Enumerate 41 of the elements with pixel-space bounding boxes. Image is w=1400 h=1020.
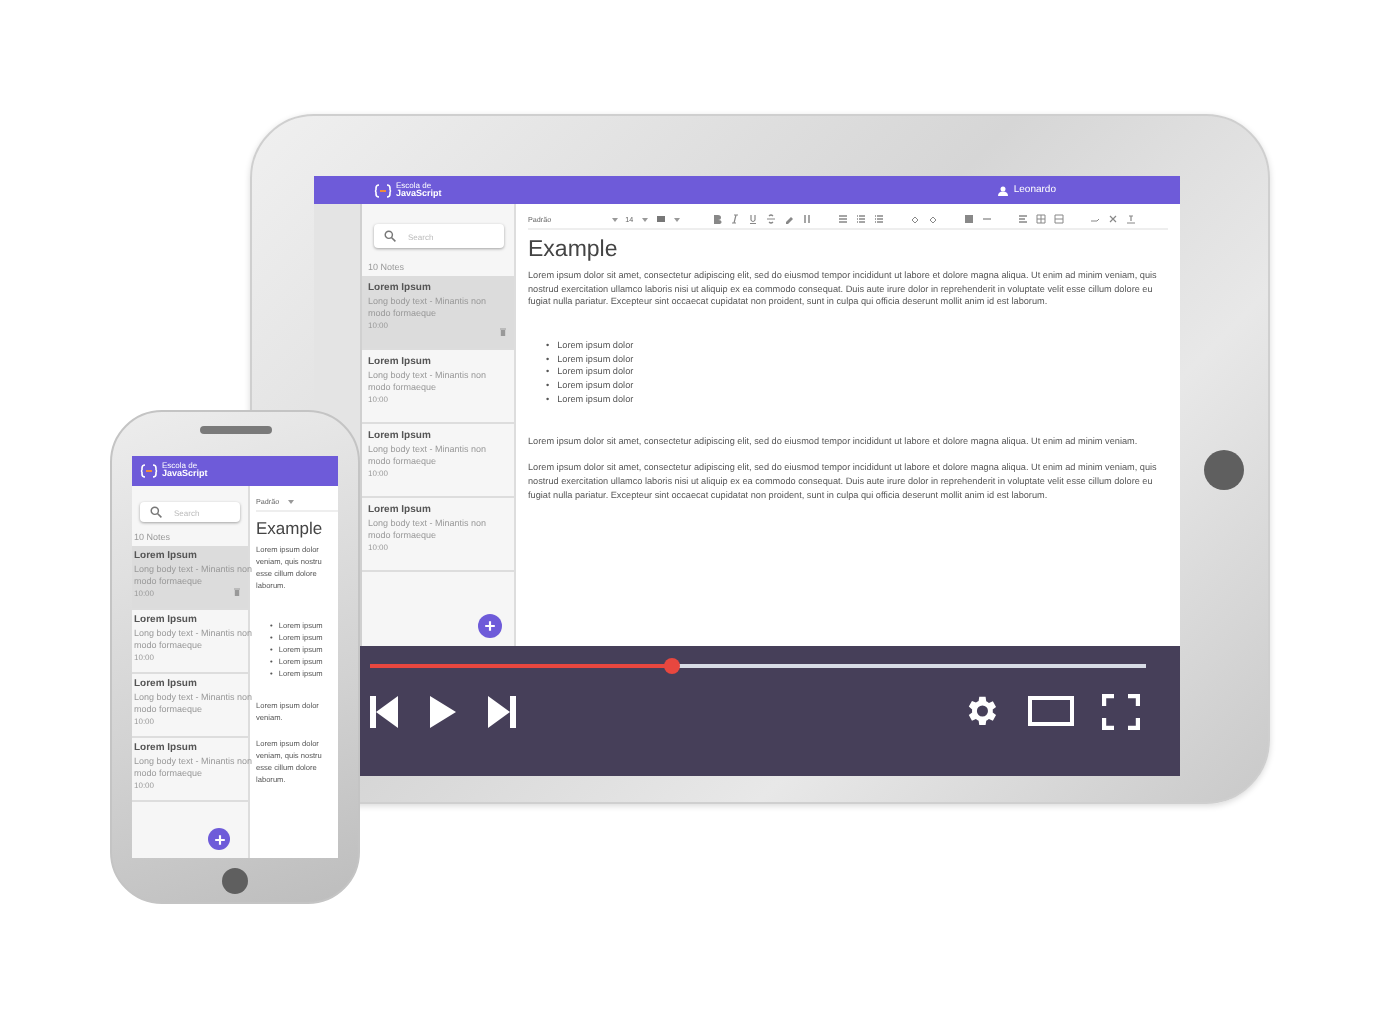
previous-icon[interactable] (370, 695, 398, 727)
user-icon (997, 185, 1008, 195)
format-icon[interactable] (1017, 214, 1028, 224)
trash-icon[interactable] (500, 328, 506, 336)
plus-icon (213, 833, 225, 845)
home-button[interactable] (222, 868, 248, 894)
speaker-grille (199, 426, 271, 434)
search-icon (384, 230, 396, 242)
format-icon[interactable] (747, 214, 758, 224)
search-icon (150, 506, 162, 518)
format-icon[interactable] (1125, 214, 1136, 224)
next-icon[interactable] (488, 695, 516, 727)
logo-icon (374, 183, 392, 197)
logo-icon (140, 464, 158, 478)
format-icon[interactable] (783, 214, 794, 224)
document-title: Example (256, 518, 323, 538)
caret-icon (611, 217, 618, 221)
plus-icon (484, 620, 496, 632)
home-button[interactable] (1204, 449, 1244, 489)
format-icon[interactable] (765, 214, 776, 224)
play-icon[interactable] (430, 695, 456, 727)
caret-icon (287, 499, 294, 503)
document-title: Example (528, 238, 618, 262)
add-note-button[interactable] (478, 614, 502, 638)
theater-mode-icon[interactable] (1028, 696, 1074, 726)
add-note-button[interactable] (208, 828, 230, 850)
format-icon[interactable] (873, 214, 884, 224)
format-icon[interactable] (1035, 214, 1046, 224)
format-icon[interactable] (801, 214, 812, 224)
format-icon[interactable] (729, 214, 740, 224)
fullscreen-icon[interactable] (1102, 693, 1140, 729)
format-icon[interactable] (711, 214, 722, 224)
trash-icon[interactable] (234, 588, 240, 596)
format-icon[interactable] (1107, 214, 1118, 224)
caret-icon (641, 217, 648, 221)
caret-icon (673, 217, 680, 221)
format-icon[interactable] (837, 214, 848, 224)
format-icon[interactable] (655, 214, 666, 224)
format-icon[interactable] (855, 214, 866, 224)
format-icon[interactable] (1053, 214, 1064, 224)
progress-handle[interactable] (664, 658, 681, 674)
